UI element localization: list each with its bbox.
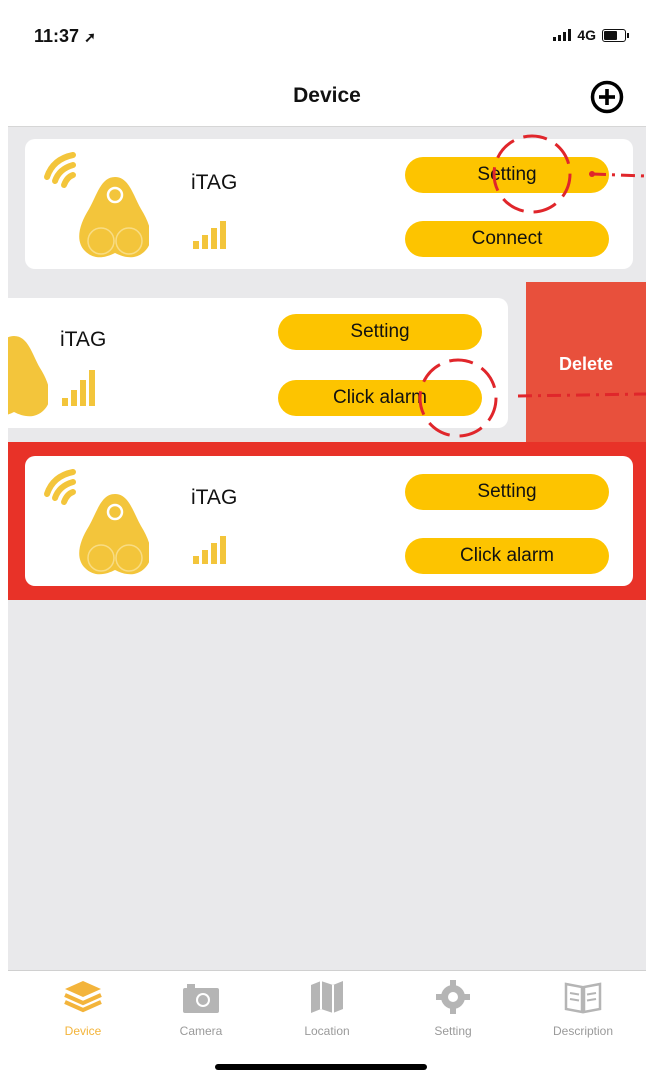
tab-label: Camera [179, 1024, 223, 1038]
device-screen: 11:37 ➚ 4G Device iTAG Setting Connect D… [8, 0, 646, 1075]
tab-label: Location [304, 1024, 350, 1038]
tab-device[interactable]: Device [28, 979, 138, 1038]
tab-label: Setting [434, 1024, 472, 1038]
book-icon [564, 982, 602, 1014]
home-indicator[interactable] [215, 1064, 427, 1070]
camera-icon [183, 984, 219, 1013]
annotation-overlay [418, 134, 646, 438]
tab-setting[interactable]: Setting [398, 979, 508, 1038]
layers-icon [64, 981, 102, 1013]
gear-icon [436, 980, 470, 1014]
tab-description[interactable]: Description [528, 979, 638, 1038]
tab-location[interactable]: Location [272, 979, 382, 1038]
tab-label: Description [552, 1024, 614, 1038]
tab-bar: Device Camera Location Setting Descripti… [8, 970, 646, 1075]
tab-label: Device [64, 1024, 102, 1038]
tab-camera[interactable]: Camera [146, 979, 256, 1038]
map-icon [311, 981, 343, 1013]
